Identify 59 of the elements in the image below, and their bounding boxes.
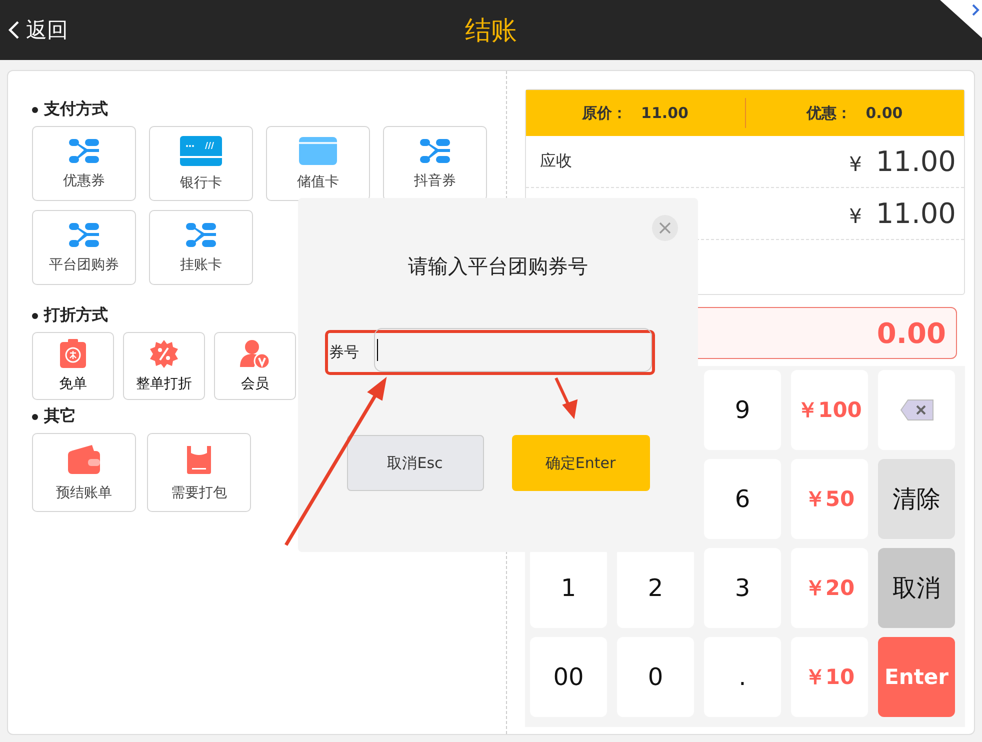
confirm-button[interactable]: 确定Enter	[512, 435, 650, 491]
page-title: 结账	[465, 16, 517, 46]
field-label: 券号	[328, 343, 360, 362]
close-button[interactable]	[652, 215, 678, 241]
input-field[interactable]	[374, 328, 652, 372]
option-tile[interactable]: 优惠券	[32, 126, 136, 201]
wallet-icon	[68, 444, 100, 474]
section-title: 支付方式	[44, 99, 108, 120]
network-icon	[419, 138, 451, 164]
bullet-icon	[32, 312, 38, 318]
keypad-key[interactable]: 00	[530, 637, 607, 717]
bullet-icon	[32, 414, 38, 420]
keypad-key[interactable]: 9	[704, 370, 781, 450]
arrow	[554, 377, 578, 420]
bullet-icon	[32, 106, 38, 112]
option-tile[interactable]: 挂账卡	[149, 210, 253, 285]
keypad-key[interactable]: 清除	[878, 459, 955, 539]
corner-fold-icon[interactable]	[940, 0, 982, 38]
section-title: 打折方式	[44, 305, 108, 326]
option-tile[interactable]: 储值卡	[266, 126, 370, 201]
option-tile[interactable]: 整单打折	[123, 332, 205, 400]
back-button[interactable]: 返回	[8, 16, 68, 44]
section-title: 其它	[44, 406, 76, 427]
network-icon	[68, 222, 100, 248]
member-icon	[240, 339, 270, 369]
keypad-key[interactable]: .	[704, 637, 781, 717]
percent-badge-icon	[149, 339, 179, 369]
option-tile[interactable]: 需要打包	[147, 433, 251, 512]
network-icon	[185, 222, 217, 248]
chevron-left-icon	[8, 20, 20, 40]
option-tile[interactable]: 平台团购券	[32, 210, 136, 285]
dialog-title: 请输入平台团购券号	[408, 253, 588, 280]
amount-value: 11.00	[876, 145, 956, 178]
bag-icon	[186, 444, 212, 474]
discount-amount: 0.00	[866, 104, 903, 122]
keypad-key[interactable]: 3	[704, 548, 781, 628]
option-tile[interactable]: 抖音券	[383, 126, 487, 201]
keypad-key[interactable]: 0	[617, 637, 694, 717]
clipboard-icon	[59, 339, 87, 369]
backspace-key[interactable]	[878, 370, 955, 450]
row-label: 应收	[540, 151, 572, 172]
close-icon	[659, 222, 671, 234]
amount-value: 11.00	[876, 197, 956, 230]
backspace-icon	[900, 399, 934, 421]
network-icon	[68, 138, 100, 164]
currency-sign: ¥	[849, 204, 862, 228]
original-price: 11.00	[641, 104, 688, 122]
option-tile[interactable]: 免单	[32, 332, 114, 400]
keypad-key[interactable]: 6	[704, 459, 781, 539]
currency-sign: ¥	[849, 152, 862, 176]
bank-card-icon	[180, 136, 222, 166]
option-tile[interactable]: 会员	[214, 332, 296, 400]
original-price-label: 原价：	[582, 104, 628, 122]
card-icon	[299, 136, 337, 164]
cancel-button[interactable]: 取消Esc	[346, 435, 484, 491]
option-tile[interactable]: 预结账单	[32, 433, 136, 512]
discount-label: 优惠：	[806, 104, 852, 122]
option-tile[interactable]: 银行卡	[149, 126, 253, 201]
keypad-key[interactable]: 取消	[878, 548, 955, 628]
